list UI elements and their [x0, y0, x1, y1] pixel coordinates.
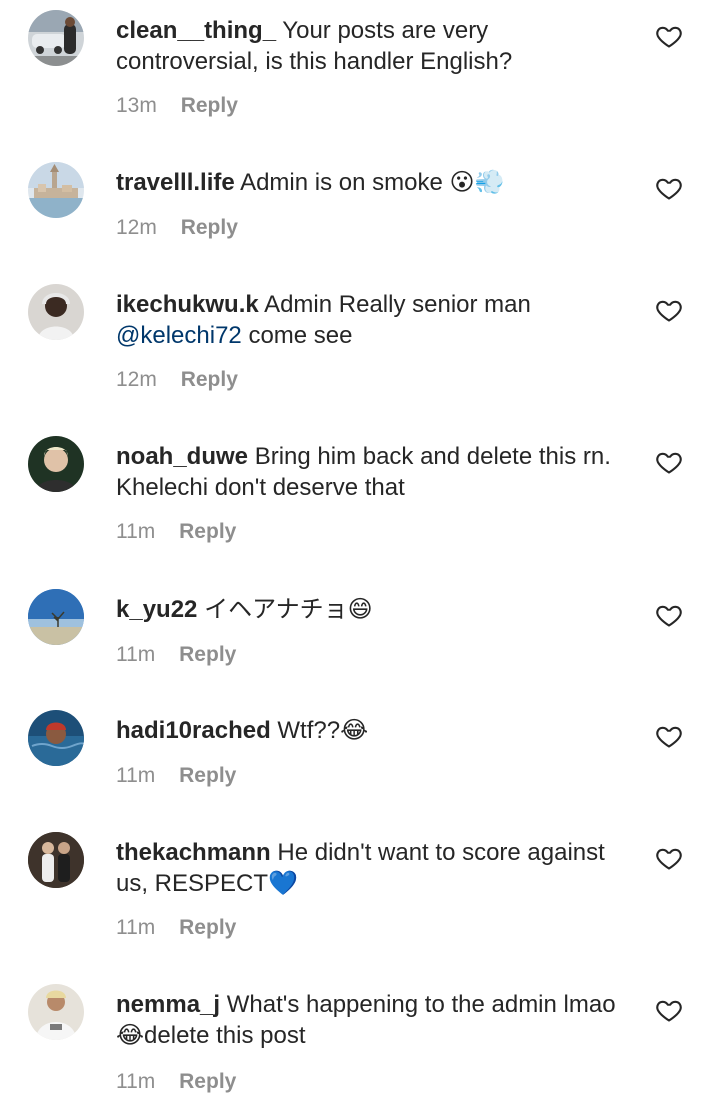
heart-outline-icon — [656, 848, 682, 870]
comment-text: Wtf?? — [277, 717, 341, 744]
avatar[interactable] — [28, 162, 84, 218]
comment-username[interactable]: thekachmann — [116, 839, 271, 866]
reply-button[interactable]: Reply — [179, 520, 236, 543]
comment-username[interactable]: ikechukwu.k — [116, 291, 259, 318]
comment-meta: 11m Reply — [116, 1070, 236, 1094]
avatar[interactable] — [28, 10, 84, 66]
car-photo-avatar-icon — [28, 10, 84, 66]
comment-username[interactable]: clean__thing_ — [116, 17, 276, 44]
comment-time: 13m — [116, 94, 157, 117]
person-portrait-avatar-icon — [28, 436, 84, 492]
like-button[interactable] — [655, 448, 683, 476]
heart-outline-icon — [656, 1000, 682, 1022]
comment-text-continued: come see — [248, 322, 353, 349]
comment-meta: 12m Reply — [116, 216, 238, 240]
like-button[interactable] — [655, 844, 683, 872]
heart-outline-icon — [656, 726, 682, 748]
comment-emoji: 😂 — [116, 1021, 145, 1049]
comment-body: noah_duwe Bring him back and delete this… — [116, 441, 636, 503]
comment-emoji: 💙 — [268, 869, 298, 897]
like-button[interactable] — [655, 22, 683, 50]
comment-username[interactable]: nemma_j — [116, 991, 220, 1018]
tree-sky-avatar-icon — [28, 589, 84, 645]
comment-time: 11m — [116, 643, 156, 666]
reply-button[interactable]: Reply — [179, 1070, 236, 1093]
like-button[interactable] — [655, 296, 683, 324]
avatar[interactable] — [28, 984, 84, 1040]
avatar[interactable] — [28, 436, 84, 492]
comment-text: イヘアナチョ — [204, 596, 348, 623]
comment-meta: 12m Reply — [116, 368, 238, 392]
comment-meta: 11m Reply — [116, 520, 236, 544]
like-button[interactable] — [655, 722, 683, 750]
comment-text: What's happening to the admin lmao — [226, 991, 616, 1018]
reply-button[interactable]: Reply — [179, 916, 236, 939]
like-button[interactable] — [655, 996, 683, 1024]
comment-time: 11m — [116, 520, 156, 543]
comment-time: 11m — [116, 764, 156, 787]
comment-body: travelll.life Admin is on smoke 😮💨 — [116, 167, 636, 198]
comment-emoji: 😄 — [347, 595, 373, 623]
comment-username[interactable]: travelll.life — [116, 169, 235, 196]
comment-emoji: 😮💨 — [449, 168, 505, 196]
heart-outline-icon — [656, 26, 682, 48]
person-hoodie-avatar-icon — [28, 284, 84, 340]
comment-username[interactable]: k_yu22 — [116, 596, 197, 623]
comment-emoji: 😂 — [340, 716, 369, 744]
comment-meta: 11m Reply — [116, 643, 236, 667]
comment-meta: 13m Reply — [116, 94, 238, 118]
heart-outline-icon — [656, 452, 682, 474]
reply-button[interactable]: Reply — [179, 764, 236, 787]
heart-outline-icon — [656, 300, 682, 322]
person-shirt-avatar-icon — [28, 984, 84, 1040]
reply-button[interactable]: Reply — [179, 643, 236, 666]
avatar[interactable] — [28, 832, 84, 888]
heart-outline-icon — [656, 605, 682, 627]
comment-body: nemma_j What's happening to the admin lm… — [116, 989, 636, 1051]
comment-body: k_yu22 イヘアナチョ😄 — [116, 594, 636, 625]
comment-text: Admin is on smoke — [240, 169, 443, 196]
couple-photo-avatar-icon — [28, 832, 84, 888]
avatar[interactable] — [28, 710, 84, 766]
avatar[interactable] — [28, 589, 84, 645]
avatar[interactable] — [28, 284, 84, 340]
comment-meta: 11m Reply — [116, 916, 236, 940]
comment-body: clean__thing_ Your posts are very contro… — [116, 15, 636, 77]
comment-time: 12m — [116, 368, 157, 391]
coastal-town-avatar-icon — [28, 162, 84, 218]
comment-body: ikechukwu.k Admin Really senior man @kel… — [116, 289, 636, 351]
comment-body: hadi10rached Wtf??😂 — [116, 715, 636, 746]
heart-outline-icon — [656, 178, 682, 200]
swimmer-avatar-icon — [28, 710, 84, 766]
reply-button[interactable]: Reply — [181, 368, 238, 391]
comment-time: 11m — [116, 1070, 156, 1093]
comment-text-continued: delete this post — [144, 1022, 306, 1049]
comment-mention[interactable]: @kelechi72 — [116, 322, 242, 349]
like-button[interactable] — [655, 174, 683, 202]
comment-username[interactable]: noah_duwe — [116, 443, 248, 470]
reply-button[interactable]: Reply — [181, 216, 238, 239]
comment-meta: 11m Reply — [116, 764, 236, 788]
comment-username[interactable]: hadi10rached — [116, 717, 271, 744]
comment-text: Admin Really senior man — [264, 291, 531, 318]
comment-body: thekachmann He didn't want to score agai… — [116, 837, 636, 899]
like-button[interactable] — [655, 601, 683, 629]
comment-time: 11m — [116, 916, 156, 939]
reply-button[interactable]: Reply — [181, 94, 238, 117]
comment-time: 12m — [116, 216, 157, 239]
